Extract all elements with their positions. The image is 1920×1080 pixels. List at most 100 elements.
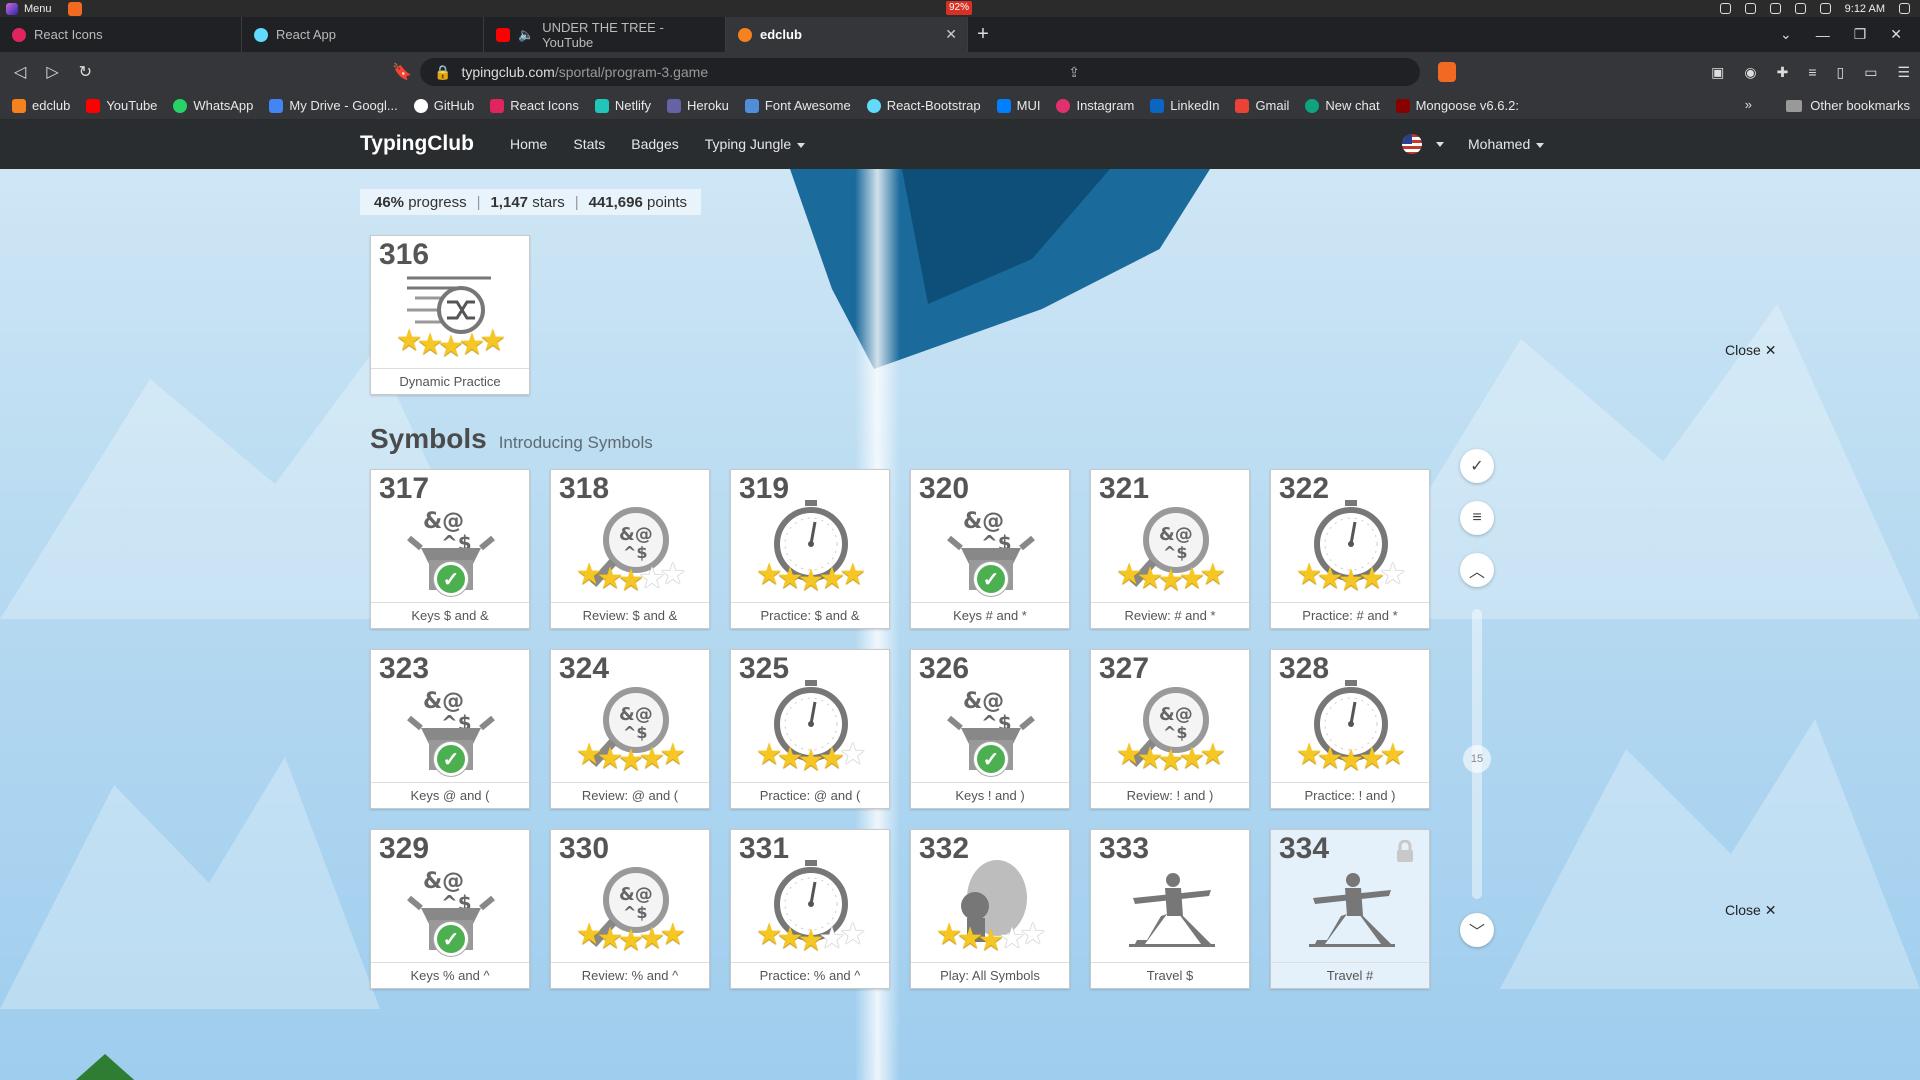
lesson-card[interactable]: 320 &@ ^$ ✓ Keys # and * — [910, 469, 1070, 629]
lesson-card[interactable]: 326 &@ ^$ ✓ Keys ! and ) — [910, 649, 1070, 809]
lesson-card[interactable]: 333 Travel $ — [1090, 829, 1250, 989]
scroll-up-button[interactable]: ︿ — [1460, 553, 1494, 587]
new-tab-button[interactable]: + — [968, 17, 998, 52]
user-menu[interactable]: Mohamed — [1468, 136, 1545, 152]
lesson-card[interactable]: 334 Travel # — [1270, 829, 1430, 989]
lesson-card[interactable]: 325 ★ ★ ★ ★ ★ Practice: @ and ( — [730, 649, 890, 809]
lesson-card[interactable]: 321 &@ ^$ ★ ★ ★ ★ ★ Review: # and * — [1090, 469, 1250, 629]
youtube-favicon-icon — [496, 27, 510, 42]
bookmark-item[interactable]: Mongoose v6.6.2: — [1395, 98, 1519, 113]
bookmark-item[interactable]: Heroku — [667, 98, 729, 113]
bookmark-item[interactable]: React-Bootstrap — [866, 98, 981, 113]
check-icon: ✓ — [974, 562, 1008, 596]
bookmark-label: Mongoose v6.6.2: — [1415, 98, 1519, 113]
bookmark-item[interactable]: MUI — [996, 98, 1040, 113]
svg-text:&@: &@ — [1159, 704, 1193, 725]
lesson-card[interactable]: 316 ★ ★ ★ ★ ★ Dynamic Practice — [370, 235, 530, 395]
bookmark-item[interactable]: React Icons — [490, 98, 579, 113]
playlist-icon[interactable]: ≡ — [1808, 64, 1816, 80]
lesson-card[interactable]: 319 ★ ★ ★ ★ ★ Practice: $ and & — [730, 469, 890, 629]
more-bookmarks-icon[interactable]: » — [1745, 97, 1752, 112]
nav-home[interactable]: Home — [510, 136, 547, 152]
close-window-icon[interactable]: ✕ — [1890, 26, 1902, 43]
nav-stats[interactable]: Stats — [573, 136, 605, 152]
lesson-card[interactable]: 322 ★ ★ ★ ★ ★ Practice: # and * — [1270, 469, 1430, 629]
minimize-icon[interactable]: — — [1816, 27, 1830, 43]
tab-youtube[interactable]: 🔈 UNDER THE TREE - YouTube — [484, 17, 726, 52]
lesson-card[interactable]: 323 &@ ^$ ✓ Keys @ and ( — [370, 649, 530, 809]
tab-search-chevron-icon[interactable]: ⌄ — [1780, 26, 1792, 43]
caret-down-icon — [1536, 142, 1545, 148]
nav-badges[interactable]: Badges — [631, 136, 678, 152]
lock-icon[interactable]: 🔒 — [434, 64, 451, 81]
lesson-card[interactable]: 331 ★ ★ ★ ★ ★ Practice: % and ^ — [730, 829, 890, 989]
forward-icon[interactable]: ▷ — [46, 62, 58, 82]
bookmark-item[interactable]: My Drive - Googl... — [269, 98, 398, 113]
extension-icon[interactable]: ▣ — [1711, 64, 1724, 81]
extension-icon[interactable]: ◉ — [1744, 64, 1756, 81]
sidebar-icon[interactable]: ▯ — [1836, 64, 1844, 81]
tab-react-app[interactable]: React App — [242, 17, 484, 52]
check-circle-button[interactable]: ✓ — [1460, 449, 1494, 483]
browser-menu-icon[interactable]: ☰ — [1897, 64, 1910, 81]
url-field[interactable]: 🔒 typingclub.com/sportal/program-3.game … — [420, 58, 1420, 86]
brave-shields-icon[interactable] — [1438, 62, 1456, 82]
bookmark-item[interactable]: LinkedIn — [1150, 98, 1219, 113]
us-flag-icon[interactable] — [1402, 134, 1422, 154]
lesson-card[interactable]: 329 &@ ^$ ✓ Keys % and ^ — [370, 829, 530, 989]
tray-icon[interactable] — [1719, 3, 1731, 14]
bookmark-label: My Drive - Googl... — [289, 98, 398, 113]
scroll-knob[interactable]: 15 — [1463, 745, 1491, 773]
bookmark-label: WhatsApp — [193, 98, 254, 113]
puzzle-icon[interactable]: ✚ — [1777, 64, 1789, 81]
close-button[interactable]: Close ✕ — [1725, 342, 1776, 359]
lesson-card[interactable]: 328 ★ ★ ★ ★ ★ Practice: ! and ) — [1270, 649, 1430, 809]
scroll-down-button[interactable]: ﹀ — [1460, 913, 1494, 947]
clock[interactable]: 9:12 AM — [1845, 3, 1885, 15]
lesson-title: Practice: $ and & — [731, 602, 889, 628]
tray-icon[interactable] — [1819, 3, 1831, 14]
bookmark-item[interactable]: New chat — [1305, 98, 1380, 113]
list-button[interactable]: ≡ — [1460, 501, 1494, 535]
brand-logo[interactable]: TypingClub — [360, 132, 474, 156]
close-tab-icon[interactable]: ✕ — [945, 26, 957, 43]
other-bookmarks[interactable]: Other bookmarks — [1786, 98, 1910, 113]
tab-react-icons[interactable]: React Icons — [0, 17, 242, 52]
bookmark-item[interactable]: Font Awesome — [744, 98, 851, 113]
tray-icon[interactable] — [1769, 3, 1781, 14]
bookmark-label: GitHub — [433, 98, 475, 113]
caret-down-icon[interactable] — [1436, 142, 1444, 147]
back-icon[interactable]: ◁ — [14, 62, 26, 82]
speaker-icon[interactable]: 🔈 — [518, 27, 534, 43]
bookmark-item[interactable]: Instagram — [1056, 98, 1134, 113]
share-icon[interactable]: ⇪ — [1068, 64, 1080, 81]
tab-label: edclub — [760, 27, 802, 42]
power-icon[interactable] — [1899, 3, 1910, 14]
lesson-card[interactable]: 317 &@ ^$ ✓ Keys $ and & — [370, 469, 530, 629]
lesson-card[interactable]: 318 &@ ^$ ★ ★ ★ ★ ★ Review: $ and & — [550, 469, 710, 629]
close-button[interactable]: Close ✕ — [1725, 902, 1776, 919]
bookmark-item[interactable]: Netlify — [594, 98, 651, 113]
react-icons-favicon-icon — [12, 27, 26, 42]
bookmark-item[interactable]: GitHub — [413, 98, 475, 113]
restore-icon[interactable]: ❐ — [1854, 26, 1867, 43]
reload-icon[interactable]: ↻ — [79, 62, 92, 82]
os-menu[interactable]: Menu — [0, 1, 82, 16]
lesson-card[interactable]: 327 &@ ^$ ★ ★ ★ ★ ★ Review: ! and ) — [1090, 649, 1250, 809]
bookmark-item[interactable]: Gmail — [1235, 98, 1289, 113]
lesson-card[interactable]: 332 ★ ★ ★ ★ ★ Play: All Symbols — [910, 829, 1070, 989]
lesson-title: Play: All Symbols — [911, 962, 1069, 988]
nav-typing-jungle[interactable]: Typing Jungle — [705, 136, 806, 152]
brave-icon[interactable] — [67, 1, 82, 16]
bookmark-icon[interactable]: 🔖 — [392, 62, 412, 82]
tab-edclub[interactable]: edclub ✕ — [726, 17, 968, 52]
tray-icon[interactable] — [1744, 3, 1756, 14]
bookmark-item[interactable]: YouTube — [86, 98, 157, 113]
lesson-card[interactable]: 324 &@ ^$ ★ ★ ★ ★ ★ Review: @ and ( — [550, 649, 710, 809]
tray-icon[interactable] — [1794, 3, 1806, 14]
lesson-title: Review: ! and ) — [1091, 782, 1249, 808]
lesson-card[interactable]: 330 &@ ^$ ★ ★ ★ ★ ★ Review: % and ^ — [550, 829, 710, 989]
bookmark-item[interactable]: edclub — [12, 98, 70, 113]
bookmark-item[interactable]: WhatsApp — [173, 98, 253, 113]
wallet-icon[interactable]: ▭ — [1864, 64, 1877, 81]
